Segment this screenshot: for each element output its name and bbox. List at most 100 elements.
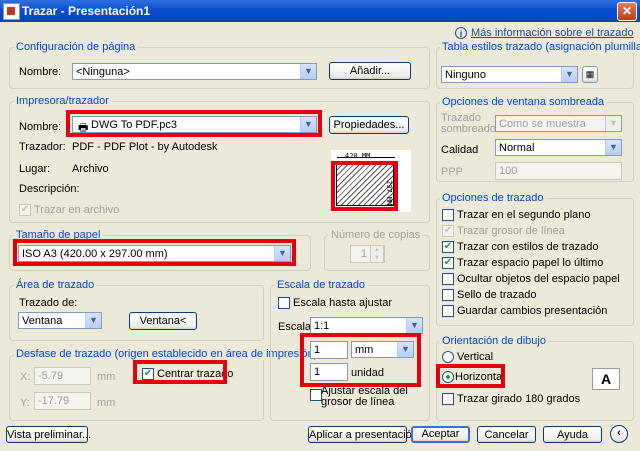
dpi-input[interactable]: 100 — [495, 162, 622, 180]
plot-option-label: Sello de trazado — [457, 289, 537, 301]
ok-button[interactable]: Aceptar — [411, 426, 470, 443]
where-label: Lugar: — [19, 163, 51, 175]
plot-option-label: Trazar grosor de línea — [457, 225, 565, 237]
paper-size-value: ISO A3 (420.00 x 297.00 mm) — [22, 248, 168, 260]
paper-preview: 420 MM 297 MM — [331, 150, 411, 212]
page-setup-title: Configuración de página — [14, 41, 138, 53]
autocad-icon — [3, 3, 20, 20]
fit-to-paper-checkbox[interactable] — [278, 297, 290, 309]
plot-option-checkbox[interactable] — [442, 273, 454, 285]
description-label: Descripción: — [19, 183, 80, 195]
shade-plot-select[interactable]: Como se muestra ▼ — [495, 115, 622, 132]
chevron-down-icon: ▼ — [397, 342, 413, 357]
scale-lineweights-label: Ajustar escala del grosor de línea — [321, 385, 408, 408]
shade-plot-label: Trazado sombreado — [441, 112, 497, 135]
chevron-down-icon: ▼ — [300, 117, 316, 132]
center-plot-checkbox[interactable]: ✔ — [142, 368, 154, 380]
cancel-button[interactable]: Cancelar — [477, 426, 536, 443]
scale-label: Escala: — [278, 321, 315, 333]
plot-option-checkbox[interactable] — [442, 209, 454, 221]
style-table-select[interactable]: Ninguno ▼ — [441, 66, 578, 83]
upside-down-checkbox[interactable] — [442, 393, 454, 405]
copies-spinner[interactable]: ▲ ▼ — [370, 245, 384, 263]
plot-options-title: Opciones de trazado — [440, 192, 546, 204]
plot-what-label: Trazado de: — [19, 297, 78, 309]
plot-area-title: Área de trazado — [14, 279, 97, 291]
window-title: Trazar - Presentación1 — [22, 4, 151, 18]
plot-option-label: Ocultar objetos del espacio papel — [457, 273, 620, 285]
offset-x-input[interactable]: -5.79 — [34, 367, 91, 385]
fit-to-paper-label: Escala hasta ajustar — [293, 297, 393, 309]
horizontal-label: Horizontal — [455, 371, 505, 383]
horizontal-radio[interactable] — [442, 371, 454, 383]
plot-option-checkbox[interactable]: ✔ — [442, 241, 454, 253]
plotter-value: PDF - PDF Plot - by Autodesk — [72, 141, 218, 153]
plot-scale-title: Escala de trazado — [275, 279, 368, 291]
plot-option-checkbox[interactable] — [442, 305, 454, 317]
window-button[interactable]: Ventana< — [129, 312, 197, 330]
units-select[interactable]: mm ▼ — [351, 341, 414, 358]
plot-offset-group — [9, 355, 264, 421]
more-info-link[interactable]: Más información sobre el trazado — [471, 27, 634, 39]
plot-what-value: Ventana — [22, 315, 63, 327]
plot-option-checkbox[interactable]: ✔ — [442, 225, 454, 237]
preview-button[interactable]: Vista preliminar... — [6, 426, 91, 443]
chevron-down-icon: ▼ — [406, 318, 422, 333]
dpi-label: PPP — [441, 166, 464, 178]
orientation-title: Orientación de dibujo — [440, 335, 548, 347]
plot-option-checkbox[interactable]: ✔ — [442, 257, 454, 269]
style-table-title: Tabla estilos trazado (asignación plumil… — [440, 41, 640, 53]
copies-title: Número de copias — [329, 229, 423, 241]
plot-to-file-checkbox[interactable]: ✔ — [19, 204, 31, 216]
printer-title: Impresora/trazador — [14, 95, 111, 107]
paper-size-select[interactable]: ISO A3 (420.00 x 297.00 mm) ▼ — [18, 245, 291, 262]
page-setup-value: <Ninguna> — [76, 66, 130, 78]
style-table-value: Ninguno — [445, 69, 486, 81]
chevron-down-icon: ▼ — [300, 64, 316, 79]
chevron-down-icon: ▼ — [605, 140, 621, 155]
scale-units-input[interactable]: 1 — [310, 341, 348, 359]
printer-select[interactable]: 🖶 DWG To PDF.pc3 ▼ — [72, 116, 317, 134]
edit-table-icon: ▦ — [585, 69, 595, 79]
paper-size-title: Tamaño de papel — [14, 229, 103, 241]
plotter-icon: 🖶 — [78, 122, 89, 134]
chevron-down-icon: ▼ — [85, 313, 101, 328]
edit-style-table-button[interactable]: ▦ — [582, 66, 598, 83]
offset-x-label: X: — [20, 371, 31, 383]
unit-label: unidad — [351, 367, 385, 379]
printer-name-label: Nombre: — [19, 121, 62, 133]
page-setup-select[interactable]: <Ninguna> ▼ — [72, 63, 317, 80]
dimension-line — [337, 157, 395, 158]
quality-value: Normal — [499, 142, 535, 154]
plot-option-label: Trazar con estilos de trazado — [457, 241, 599, 253]
dimension-line-v — [397, 164, 398, 206]
help-button[interactable]: Ayuda — [543, 426, 602, 443]
info-icon[interactable]: i — [455, 27, 467, 39]
plot-to-file-label: Trazar en archivo — [34, 204, 120, 216]
plot-option-label: Trazar en el segundo plano — [457, 209, 591, 221]
plot-what-select[interactable]: Ventana ▼ — [18, 312, 102, 329]
title-bar: Trazar - Presentación1 ✕ — [0, 0, 640, 22]
scale-unit-input[interactable]: 1 — [310, 363, 348, 381]
page-setup-name-label: Nombre: — [19, 66, 62, 78]
quality-select[interactable]: Normal ▼ — [495, 139, 622, 156]
properties-button[interactable]: Propiedades... — [329, 116, 409, 134]
add-button[interactable]: Añadir... — [329, 62, 411, 80]
close-button[interactable]: ✕ — [617, 2, 637, 21]
printer-value: DWG To PDF.pc3 — [91, 119, 177, 131]
plotter-label: Trazador: — [19, 141, 66, 153]
vertical-radio[interactable] — [442, 351, 454, 363]
plot-option-label: Guardar cambios presentación — [457, 305, 608, 317]
offset-y-input[interactable]: -17.79 — [34, 392, 91, 410]
shaded-options-title: Opciones de ventana sombreada — [440, 96, 607, 108]
shade-plot-value: Como se muestra — [499, 118, 586, 130]
apply-to-layout-button[interactable]: Aplicar a presentación — [308, 426, 418, 443]
scale-select[interactable]: 1:1 ▼ — [310, 317, 423, 334]
plot-option-checkbox[interactable] — [442, 289, 454, 301]
collapse-button[interactable]: ‹ — [610, 425, 628, 443]
upside-down-label: Trazar girado 180 grados — [457, 393, 581, 405]
preview-height-label: 297 MM — [385, 180, 393, 206]
offset-y-label: Y: — [20, 397, 30, 409]
chevron-down-icon: ▼ — [561, 67, 577, 82]
quality-label: Calidad — [441, 144, 479, 156]
